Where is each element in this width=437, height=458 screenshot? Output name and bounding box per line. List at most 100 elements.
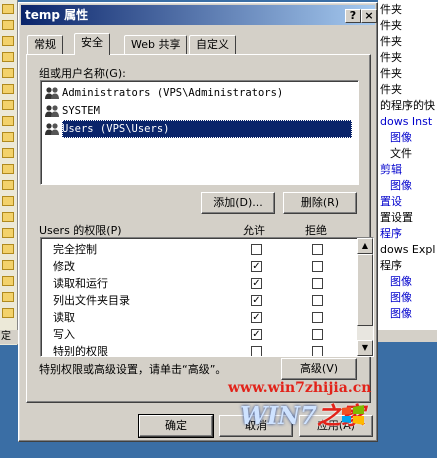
user-item-administrators[interactable]: Administrators (VPS\Administrators) bbox=[44, 84, 356, 102]
dialog-title: temp 属性 bbox=[25, 8, 89, 22]
group-user-label: 组或用户名称(G): bbox=[39, 67, 126, 80]
permission-name: 完全控制 bbox=[53, 243, 97, 256]
background-tree-item: 文件 bbox=[390, 147, 412, 160]
folder-icon bbox=[2, 52, 14, 62]
background-tree-item: 件夹 bbox=[380, 19, 402, 32]
folder-icon bbox=[2, 116, 14, 126]
permission-row: 写入 ✓ bbox=[41, 326, 357, 343]
permission-row: 完全控制 bbox=[41, 241, 357, 258]
background-tree-item: 件夹 bbox=[380, 83, 402, 96]
user-item-users[interactable]: Users (VPS\Users) bbox=[44, 120, 356, 138]
remove-button[interactable]: 删除(R) bbox=[283, 192, 357, 214]
scroll-down-icon[interactable]: ▼ bbox=[357, 340, 373, 356]
deny-checkbox[interactable] bbox=[312, 346, 323, 356]
folder-icon bbox=[2, 196, 14, 206]
permission-name: 修改 bbox=[53, 260, 75, 273]
background-tree-item: 件夹 bbox=[380, 3, 402, 16]
background-tree-item: 件夹 bbox=[380, 51, 402, 64]
watermark-url: www.win7zhijia.cn bbox=[228, 380, 372, 396]
folder-icon bbox=[2, 100, 14, 110]
user-item-label: SYSTEM bbox=[62, 105, 100, 117]
allow-checkbox[interactable]: ✓ bbox=[251, 312, 262, 323]
permission-row: 修改 ✓ bbox=[41, 258, 357, 275]
allow-checkbox[interactable]: ✓ bbox=[251, 261, 262, 272]
deny-checkbox[interactable] bbox=[312, 312, 323, 323]
background-tree-item: 程序 bbox=[380, 259, 402, 272]
background-tree-item: 剪辑 bbox=[380, 163, 402, 176]
folder-icon bbox=[2, 68, 14, 78]
tab-general[interactable]: 常规 bbox=[27, 35, 63, 54]
deny-checkbox[interactable] bbox=[312, 295, 323, 306]
dialog-titlebar[interactable]: temp 属性 ? × bbox=[21, 5, 377, 25]
scroll-up-icon[interactable]: ▲ bbox=[357, 238, 373, 254]
help-button[interactable]: ? bbox=[345, 9, 361, 23]
permissions-list: ▲ ▼ 完全控制 修改 ✓ 读取和运行 ✓ 列出文件夹目录 ✓ 读取 ✓ 写入 ✓ 特别的权限 bbox=[40, 237, 374, 357]
folder-icon bbox=[2, 36, 14, 46]
folder-icon bbox=[2, 148, 14, 158]
background-tree-item: 件夹 bbox=[380, 67, 402, 80]
background-tree-item: dows Inst bbox=[380, 115, 433, 128]
add-button[interactable]: 添加(D)... bbox=[201, 192, 275, 214]
user-item-label: Users (VPS\Users) bbox=[62, 120, 352, 138]
folder-icon bbox=[2, 228, 14, 238]
folder-icon bbox=[2, 212, 14, 222]
background-tree-item: dows Expl bbox=[380, 243, 436, 256]
allow-header: 允许 bbox=[243, 224, 265, 237]
background-tree-item: 图像 bbox=[390, 131, 412, 144]
background-tree-item: 置设置 bbox=[380, 211, 413, 224]
user-group-icon bbox=[45, 123, 59, 135]
background-bottom-left-label: 定 bbox=[0, 330, 18, 344]
background-tree-item: 程序 bbox=[380, 227, 402, 240]
user-item-system[interactable]: SYSTEM bbox=[44, 102, 356, 120]
background-tree-item: 件夹 bbox=[380, 35, 402, 48]
background-explorer-right: 件夹 件夹 件夹 件夹 件夹 件夹 的程序的快 dows Inst 图像 文件 剪辑 图像 置设 置设置程… bbox=[378, 0, 437, 330]
special-permissions-note: 特别权限或高级设置，请单击“高级”。 bbox=[39, 363, 227, 376]
close-button[interactable]: × bbox=[361, 9, 377, 23]
tab-custom[interactable]: 自定义 bbox=[189, 35, 236, 54]
user-group-icon bbox=[45, 105, 59, 117]
folder-icon bbox=[2, 308, 14, 318]
tab-security[interactable]: 安全 bbox=[74, 33, 110, 55]
permission-name: 列出文件夹目录 bbox=[53, 294, 130, 307]
advanced-button[interactable]: 高级(V) bbox=[281, 358, 357, 380]
permission-name: 特别的权限 bbox=[53, 345, 108, 357]
permissions-scrollbar[interactable]: ▲ ▼ bbox=[357, 238, 373, 356]
tab-web-sharing[interactable]: Web 共享 bbox=[124, 35, 188, 54]
background-explorer-left bbox=[0, 0, 18, 345]
user-list[interactable]: Administrators (VPS\Administrators) SYST… bbox=[40, 80, 359, 185]
background-tree-item: 置设 bbox=[380, 195, 402, 208]
folder-icon bbox=[2, 84, 14, 94]
ok-button[interactable]: 确定 bbox=[138, 414, 214, 438]
windows-flag-icon bbox=[342, 405, 364, 425]
background-scroll-strip bbox=[378, 330, 437, 342]
deny-checkbox[interactable] bbox=[312, 261, 323, 272]
deny-header: 拒绝 bbox=[305, 224, 327, 237]
allow-checkbox[interactable]: ✓ bbox=[251, 329, 262, 340]
background-tree-item: 的程序的快 bbox=[380, 99, 435, 112]
permission-row: 读取和运行 ✓ bbox=[41, 275, 357, 292]
user-item-label: Administrators (VPS\Administrators) bbox=[62, 87, 284, 99]
permissions-label: Users 的权限(P) bbox=[39, 224, 122, 237]
deny-checkbox[interactable] bbox=[312, 278, 323, 289]
folder-icon bbox=[2, 180, 14, 190]
folder-icon bbox=[2, 20, 14, 30]
properties-dialog: temp 属性 ? × 常规 安全 Web 共享 自定义 组或用户名称(G): … bbox=[18, 2, 378, 442]
background-tree-item: 图像 bbox=[390, 275, 412, 288]
deny-checkbox[interactable] bbox=[312, 329, 323, 340]
folder-icon bbox=[2, 132, 14, 142]
permission-row: 列出文件夹目录 ✓ bbox=[41, 292, 357, 309]
allow-checkbox[interactable] bbox=[251, 346, 262, 356]
allow-checkbox[interactable] bbox=[251, 244, 262, 255]
folder-icon bbox=[2, 260, 14, 270]
permission-name: 写入 bbox=[53, 328, 75, 341]
folder-icon bbox=[2, 292, 14, 302]
allow-checkbox[interactable]: ✓ bbox=[251, 278, 262, 289]
deny-checkbox[interactable] bbox=[312, 244, 323, 255]
watermark-logo-text: WIN7 bbox=[240, 401, 317, 430]
permission-row: 读取 ✓ bbox=[41, 309, 357, 326]
folder-icon bbox=[2, 4, 14, 14]
background-tree-item: 图像 bbox=[390, 291, 412, 304]
folder-icon bbox=[2, 244, 14, 254]
scroll-thumb[interactable] bbox=[357, 254, 373, 326]
allow-checkbox[interactable]: ✓ bbox=[251, 295, 262, 306]
